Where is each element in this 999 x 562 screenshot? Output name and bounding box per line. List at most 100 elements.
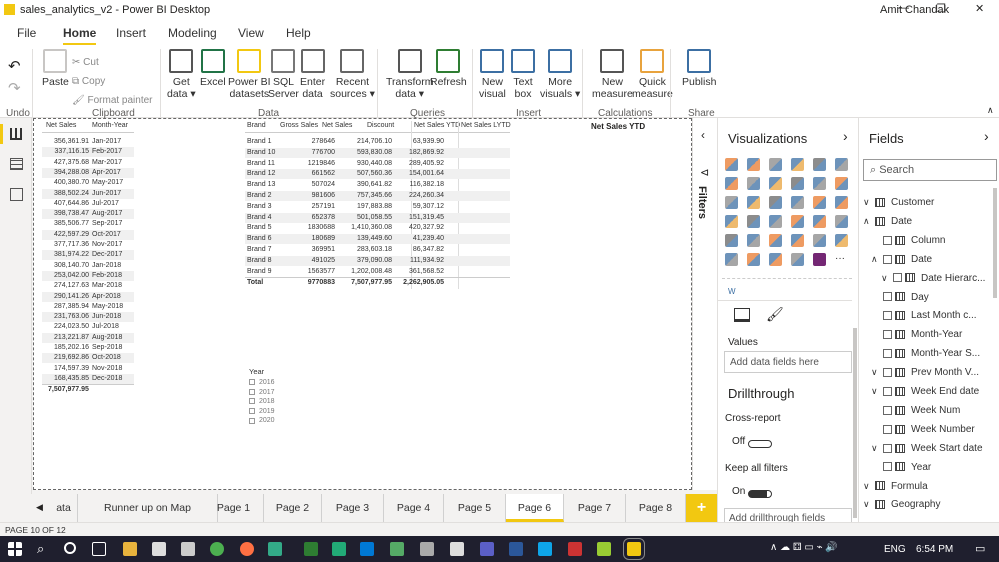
- data-view-icon[interactable]: [10, 158, 23, 170]
- visual-type-icon[interactable]: [813, 253, 826, 266]
- visual-type-icon[interactable]: [747, 215, 760, 228]
- close-icon[interactable]: ✕: [975, 2, 984, 15]
- field-checkbox[interactable]: [893, 273, 902, 283]
- visual-type-icon[interactable]: [769, 196, 782, 209]
- visual-type-icon[interactable]: [769, 234, 782, 247]
- powerbi-taskbar-icon[interactable]: [623, 538, 645, 560]
- report-view-icon[interactable]: [10, 128, 22, 140]
- chevron-icon[interactable]: ∧: [863, 216, 875, 227]
- chevron-icon[interactable]: ∨: [863, 499, 875, 510]
- visual-type-icon[interactable]: [791, 196, 804, 209]
- restore-icon[interactable]: ❐: [936, 2, 946, 15]
- keep-filters-toggle[interactable]: [748, 490, 772, 498]
- page-tab[interactable]: Page 2: [264, 494, 322, 522]
- visual-type-icon[interactable]: [769, 177, 782, 190]
- cross-report-toggle[interactable]: [748, 440, 772, 448]
- page-tab[interactable]: Page 1: [204, 494, 264, 522]
- field-checkbox[interactable]: [883, 235, 892, 245]
- prev-page-icon[interactable]: ◀: [36, 502, 43, 513]
- chevron-icon[interactable]: ∨: [863, 481, 875, 492]
- header-cell[interactable]: Net Sales YTD: [414, 121, 460, 131]
- field-item[interactable]: Month-Year: [871, 329, 962, 340]
- search-icon[interactable]: ⌕: [37, 541, 44, 557]
- slicer-option[interactable]: 2018: [249, 397, 275, 407]
- visual-type-icon[interactable]: [791, 234, 804, 247]
- app-icon[interactable]: [332, 542, 346, 556]
- visual-type-icon[interactable]: [791, 253, 804, 266]
- checkbox[interactable]: [249, 388, 255, 395]
- field-item[interactable]: Month-Year S...: [871, 348, 980, 359]
- monthly-sales-table[interactable]: Net Sales Month-Year 356,361.91 Jan-2017 337…: [42, 121, 134, 411]
- visual-type-icon[interactable]: [747, 253, 760, 266]
- header-cell[interactable]: Net Sales: [322, 121, 352, 131]
- values-drop-zone[interactable]: Add data fields here: [724, 351, 852, 373]
- app-icon[interactable]: [597, 542, 611, 556]
- field-checkbox[interactable]: [883, 462, 892, 472]
- field-checkbox[interactable]: [883, 330, 892, 340]
- chevron-icon[interactable]: ∨: [881, 273, 893, 284]
- checkbox[interactable]: [249, 379, 255, 386]
- visual-type-icon[interactable]: [747, 196, 760, 209]
- page-tab[interactable]: Page 5: [444, 494, 506, 522]
- ribbon-button[interactable]: Enter data: [300, 49, 325, 100]
- ribbon-button[interactable]: Excel: [200, 49, 226, 88]
- visual-type-icon[interactable]: [769, 253, 782, 266]
- viz-scrollbar[interactable]: [853, 328, 857, 518]
- ribbon-button[interactable]: Publish: [682, 49, 716, 88]
- field-item[interactable]: ∨ Week Start date: [871, 443, 983, 454]
- field-item[interactable]: Column: [871, 235, 945, 246]
- chevron-icon[interactable]: ∨: [863, 197, 875, 208]
- tab-help[interactable]: Help: [286, 26, 311, 40]
- chevron-right-icon[interactable]: ›: [984, 128, 989, 144]
- field-item[interactable]: ∨ Formula: [863, 481, 928, 492]
- visual-type-icon[interactable]: [769, 158, 782, 171]
- visual-type-icon[interactable]: [725, 215, 738, 228]
- field-item[interactable]: Week Num: [871, 405, 960, 416]
- fields-well-icon[interactable]: [734, 308, 750, 322]
- visual-type-icon[interactable]: [747, 177, 760, 190]
- visual-type-icon[interactable]: [725, 177, 738, 190]
- visual-type-icon[interactable]: [747, 158, 760, 171]
- visual-type-icon[interactable]: [835, 158, 848, 171]
- add-page-button[interactable]: +: [686, 494, 717, 522]
- field-checkbox[interactable]: [883, 254, 892, 264]
- visual-type-icon[interactable]: [835, 177, 848, 190]
- excel-icon[interactable]: [304, 542, 318, 556]
- word-icon[interactable]: [509, 542, 523, 556]
- header-cell[interactable]: Gross Sales: [280, 121, 318, 131]
- visual-type-icon[interactable]: [835, 196, 848, 209]
- page-tab[interactable]: ata: [50, 494, 78, 522]
- file-explorer-icon[interactable]: [123, 542, 137, 556]
- field-checkbox[interactable]: [883, 424, 892, 434]
- header-cell[interactable]: Brand: [247, 121, 266, 131]
- ribbon-button[interactable]: Quick measure: [632, 49, 673, 100]
- chrome-icon[interactable]: [210, 542, 224, 556]
- visual-type-icon[interactable]: [791, 158, 804, 171]
- ribbon-button[interactable]: SQL Server: [268, 49, 299, 100]
- firefox-icon[interactable]: [240, 542, 254, 556]
- custom-visual-w-icon[interactable]: W: [728, 287, 736, 296]
- tab-home[interactable]: Home: [63, 26, 97, 46]
- tab-insert[interactable]: Insert: [116, 26, 146, 40]
- visual-type-icon[interactable]: [791, 177, 804, 190]
- page-tab[interactable]: Page 4: [384, 494, 444, 522]
- app-icon[interactable]: [568, 542, 582, 556]
- field-item[interactable]: Week Number: [871, 424, 975, 435]
- visual-type-icon[interactable]: [769, 215, 782, 228]
- page-tab[interactable]: Runner up on Map: [78, 494, 218, 522]
- tab-modeling[interactable]: Modeling: [168, 26, 217, 40]
- language-indicator[interactable]: ENG: [884, 544, 906, 555]
- fields-search-input[interactable]: ⌕ Search: [863, 159, 997, 181]
- page-tab[interactable]: Page 3: [322, 494, 384, 522]
- field-checkbox[interactable]: [883, 443, 892, 453]
- field-item[interactable]: ∧ Date: [871, 254, 932, 265]
- header-cell[interactable]: Net Sales LYTD: [461, 121, 511, 131]
- notifications-icon[interactable]: ▭: [975, 542, 985, 555]
- ribbon-button[interactable]: Power BI datasets: [228, 49, 271, 100]
- visual-type-icon[interactable]: [791, 215, 804, 228]
- visual-type-icon[interactable]: [813, 196, 826, 209]
- more-visuals-icon[interactable]: ···: [835, 253, 848, 266]
- header-net-sales[interactable]: Net Sales: [46, 121, 76, 131]
- chevron-icon[interactable]: ∨: [871, 443, 883, 454]
- cut-button[interactable]: ✂ Cut: [72, 53, 153, 72]
